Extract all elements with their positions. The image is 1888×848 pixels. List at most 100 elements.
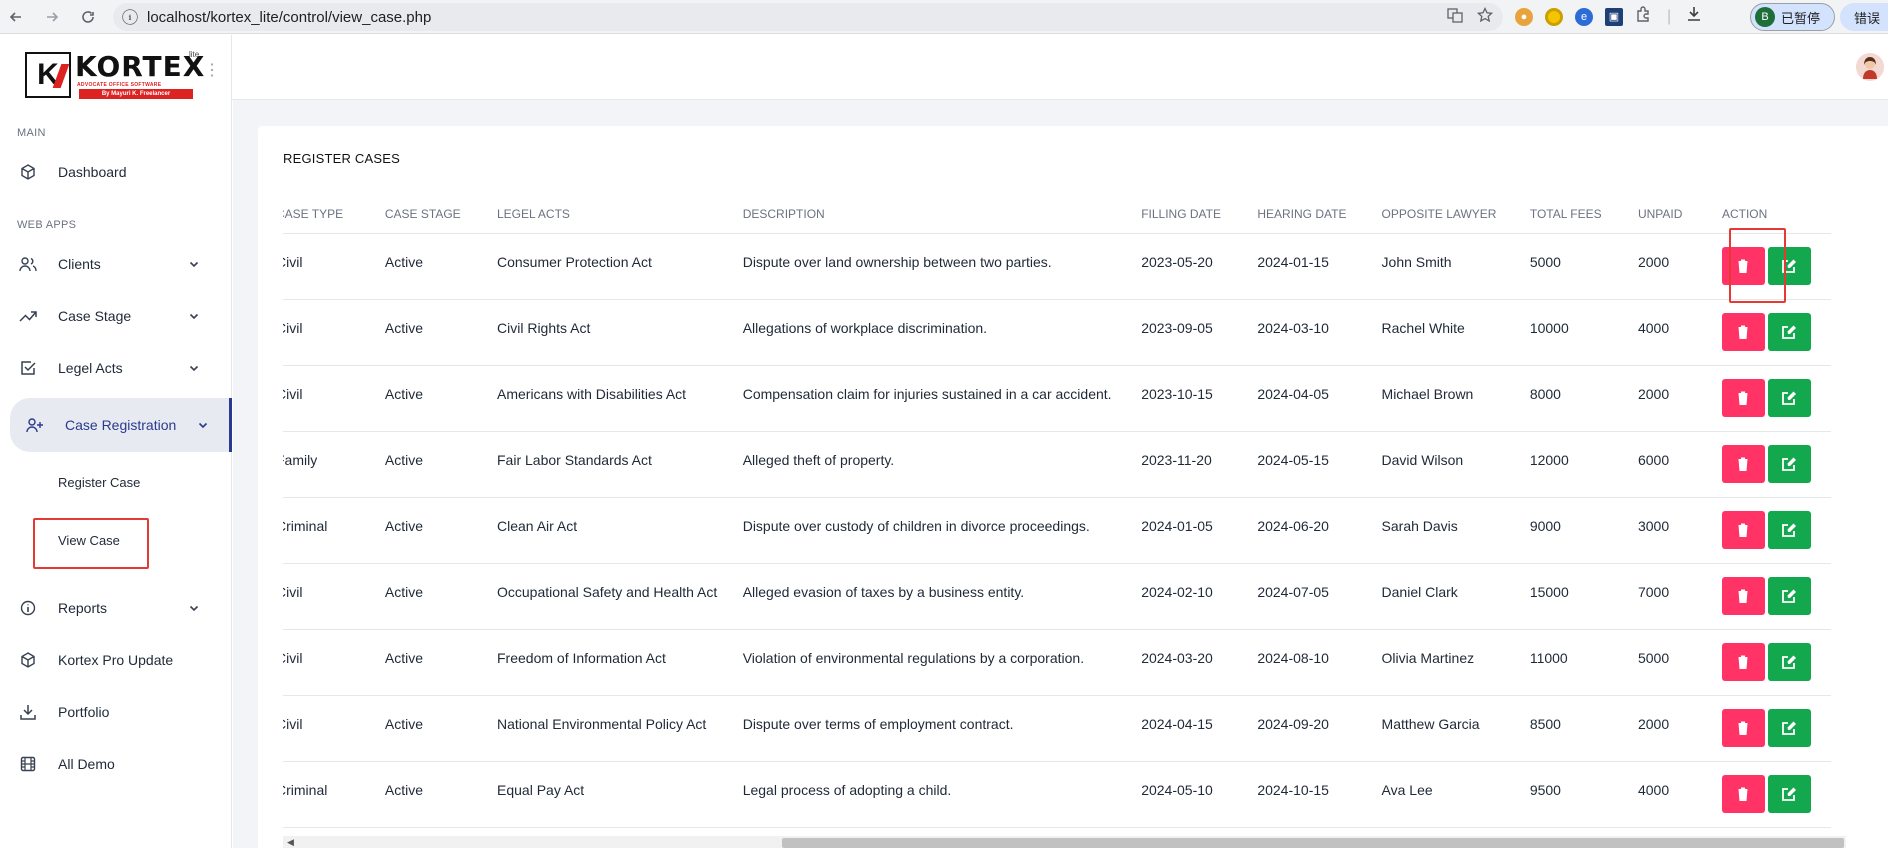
profile-chip[interactable]: B 已暂停 [1750, 3, 1835, 31]
extension-ring-icon[interactable] [1545, 7, 1563, 26]
sidebar-item-all-demo[interactable]: All Demo [10, 744, 222, 784]
table-header-row: CASE TYPE CASE STAGE LEGEL ACTS DESCRIPT… [283, 195, 1831, 234]
kebab-menu-icon[interactable]: ⋮ [204, 60, 220, 80]
error-chip[interactable]: 错误 [1840, 3, 1888, 31]
table-cell: 2024-08-10 [1257, 629, 1382, 696]
delete-button[interactable] [1721, 775, 1765, 813]
table-cell: 15000 [1529, 563, 1638, 630]
edit-button[interactable] [1767, 709, 1811, 747]
edit-button[interactable] [1767, 511, 1811, 549]
sidebar-subitem-register-case[interactable]: Register Case [58, 475, 140, 490]
back-icon[interactable] [2, 3, 30, 31]
table-cell: 2024-04-15 [1141, 695, 1258, 762]
table-row: Civil Active Civil Rights Act Allegations o… [283, 299, 1831, 366]
kortex-logo[interactable]: K KORTEX lite ADVOCATE OFFICE SOFTWARE B… [25, 50, 204, 99]
user-avatar[interactable] [1856, 53, 1884, 81]
delete-button[interactable] [1721, 313, 1765, 351]
cell-text: Rachel White [1381, 320, 1465, 336]
bookmark-star-icon[interactable] [1476, 6, 1494, 26]
cell-text: 2024-05-15 [1257, 452, 1329, 468]
cell-text: 2024-10-15 [1257, 782, 1329, 798]
sidebar-item-case-registration[interactable]: Case Registration [10, 398, 232, 452]
sidebar-item-reports[interactable]: Reports [10, 588, 222, 628]
sidebar-item-portfolio[interactable]: Portfolio [10, 692, 222, 732]
cube-icon [18, 164, 38, 180]
sidebar-item-kortex-pro-update[interactable]: Kortex Pro Update [10, 640, 222, 680]
table-cell: 2000 [1637, 695, 1722, 762]
column-header: FILLING DATE [1141, 195, 1258, 234]
url-text[interactable]: localhost/kortex_lite/control/view_case.… [147, 9, 431, 26]
table-cell: Alleged theft of property. [742, 431, 1142, 498]
sidebar-item-dashboard[interactable]: Dashboard [10, 152, 222, 192]
table-cell: Allegations of workplace discrimination. [742, 299, 1142, 366]
cell-text: Dispute over custody of children in divo… [742, 518, 1090, 534]
cases-table-wrapper[interactable]: CASE TYPE CASE STAGE LEGEL ACTS DESCRIPT… [283, 195, 1838, 831]
cell-text: Civil [283, 386, 303, 402]
extension-cookie-icon[interactable]: ● [1515, 7, 1533, 26]
sidebar-item-clients[interactable]: Clients [10, 244, 222, 284]
sidebar-label: Legel Acts [58, 360, 123, 376]
edit-button[interactable] [1767, 577, 1811, 615]
site-info-icon[interactable]: i [122, 9, 138, 25]
table-cell: Civil [283, 695, 385, 762]
forward-icon[interactable] [38, 3, 66, 31]
logo-k-mark: K [25, 52, 71, 98]
table-cell: 2023-11-20 [1141, 431, 1258, 498]
cell-text: Violation of environmental regulations b… [742, 650, 1085, 666]
edit-button[interactable] [1767, 445, 1811, 483]
delete-button[interactable] [1721, 643, 1765, 681]
delete-button[interactable] [1721, 445, 1765, 483]
scrollbar-thumb[interactable] [782, 838, 1844, 848]
table-cell: 11000 [1529, 629, 1638, 696]
action-cell [1721, 563, 1831, 630]
section-label-main: MAIN [17, 127, 46, 139]
horizontal-scrollbar[interactable]: ◀ [283, 836, 1846, 848]
edit-button[interactable] [1767, 643, 1811, 681]
delete-button[interactable] [1721, 577, 1765, 615]
delete-button[interactable] [1721, 511, 1765, 549]
cell-text: 2024-09-20 [1257, 716, 1329, 732]
table-cell: Civil [283, 563, 385, 630]
column-header: UNPAID [1637, 195, 1722, 234]
table-cell: Civil [283, 365, 385, 432]
scroll-left-arrow-icon[interactable]: ◀ [287, 837, 294, 848]
sidebar-item-case-stage[interactable]: Case Stage [10, 296, 222, 336]
delete-button[interactable] [1721, 709, 1765, 747]
table-row: Civil Active Americans with Disabilities A… [283, 365, 1831, 432]
cell-text: Clean Air Act [497, 518, 578, 534]
translate-icon[interactable] [1447, 7, 1463, 26]
edit-button[interactable] [1767, 379, 1811, 417]
table-cell: 2023-09-05 [1141, 299, 1258, 366]
cell-text: Sarah Davis [1381, 518, 1458, 534]
cell-text: 5000 [1529, 254, 1561, 270]
table-row: Criminal Active Clean Air Act Dispute over … [283, 497, 1831, 564]
extensions-puzzle-icon[interactable] [1635, 5, 1653, 28]
extension-save-icon[interactable]: ▣ [1605, 7, 1623, 26]
cell-text: Dispute over land ownership between two … [742, 254, 1052, 270]
column-header: OPPOSITE LAWYER [1381, 195, 1530, 234]
delete-button[interactable] [1721, 379, 1765, 417]
reload-icon[interactable] [74, 3, 102, 31]
edit-button[interactable] [1767, 775, 1811, 813]
table-cell: Active [384, 365, 497, 432]
table-cell: David Wilson [1381, 431, 1530, 498]
sidebar-item-legel-acts[interactable]: Legel Acts [10, 348, 222, 388]
table-cell: Occupational Safety and Health Act [497, 563, 743, 630]
action-cell [1721, 497, 1831, 564]
table-cell: 3000 [1637, 497, 1722, 564]
toolbar-separator: | [1667, 7, 1672, 25]
logo-byline: By Mayuri K. Freelancer [79, 89, 193, 99]
cell-text: John Smith [1381, 254, 1452, 270]
extension-e-icon[interactable]: e [1575, 7, 1593, 26]
chevron-down-icon [188, 257, 200, 273]
logo-lite: lite [189, 50, 200, 59]
edit-button[interactable] [1767, 313, 1811, 351]
cell-text: 15000 [1529, 584, 1569, 600]
table-cell: 4000 [1637, 761, 1722, 828]
download-icon[interactable] [1685, 5, 1703, 28]
trash-icon [1736, 588, 1750, 604]
chevron-down-icon [197, 418, 209, 434]
table-cell: Civil [283, 233, 385, 300]
address-bar[interactable]: i localhost/kortex_lite/control/view_cas… [113, 3, 1503, 31]
table-cell: Freedom of Information Act [497, 629, 743, 696]
